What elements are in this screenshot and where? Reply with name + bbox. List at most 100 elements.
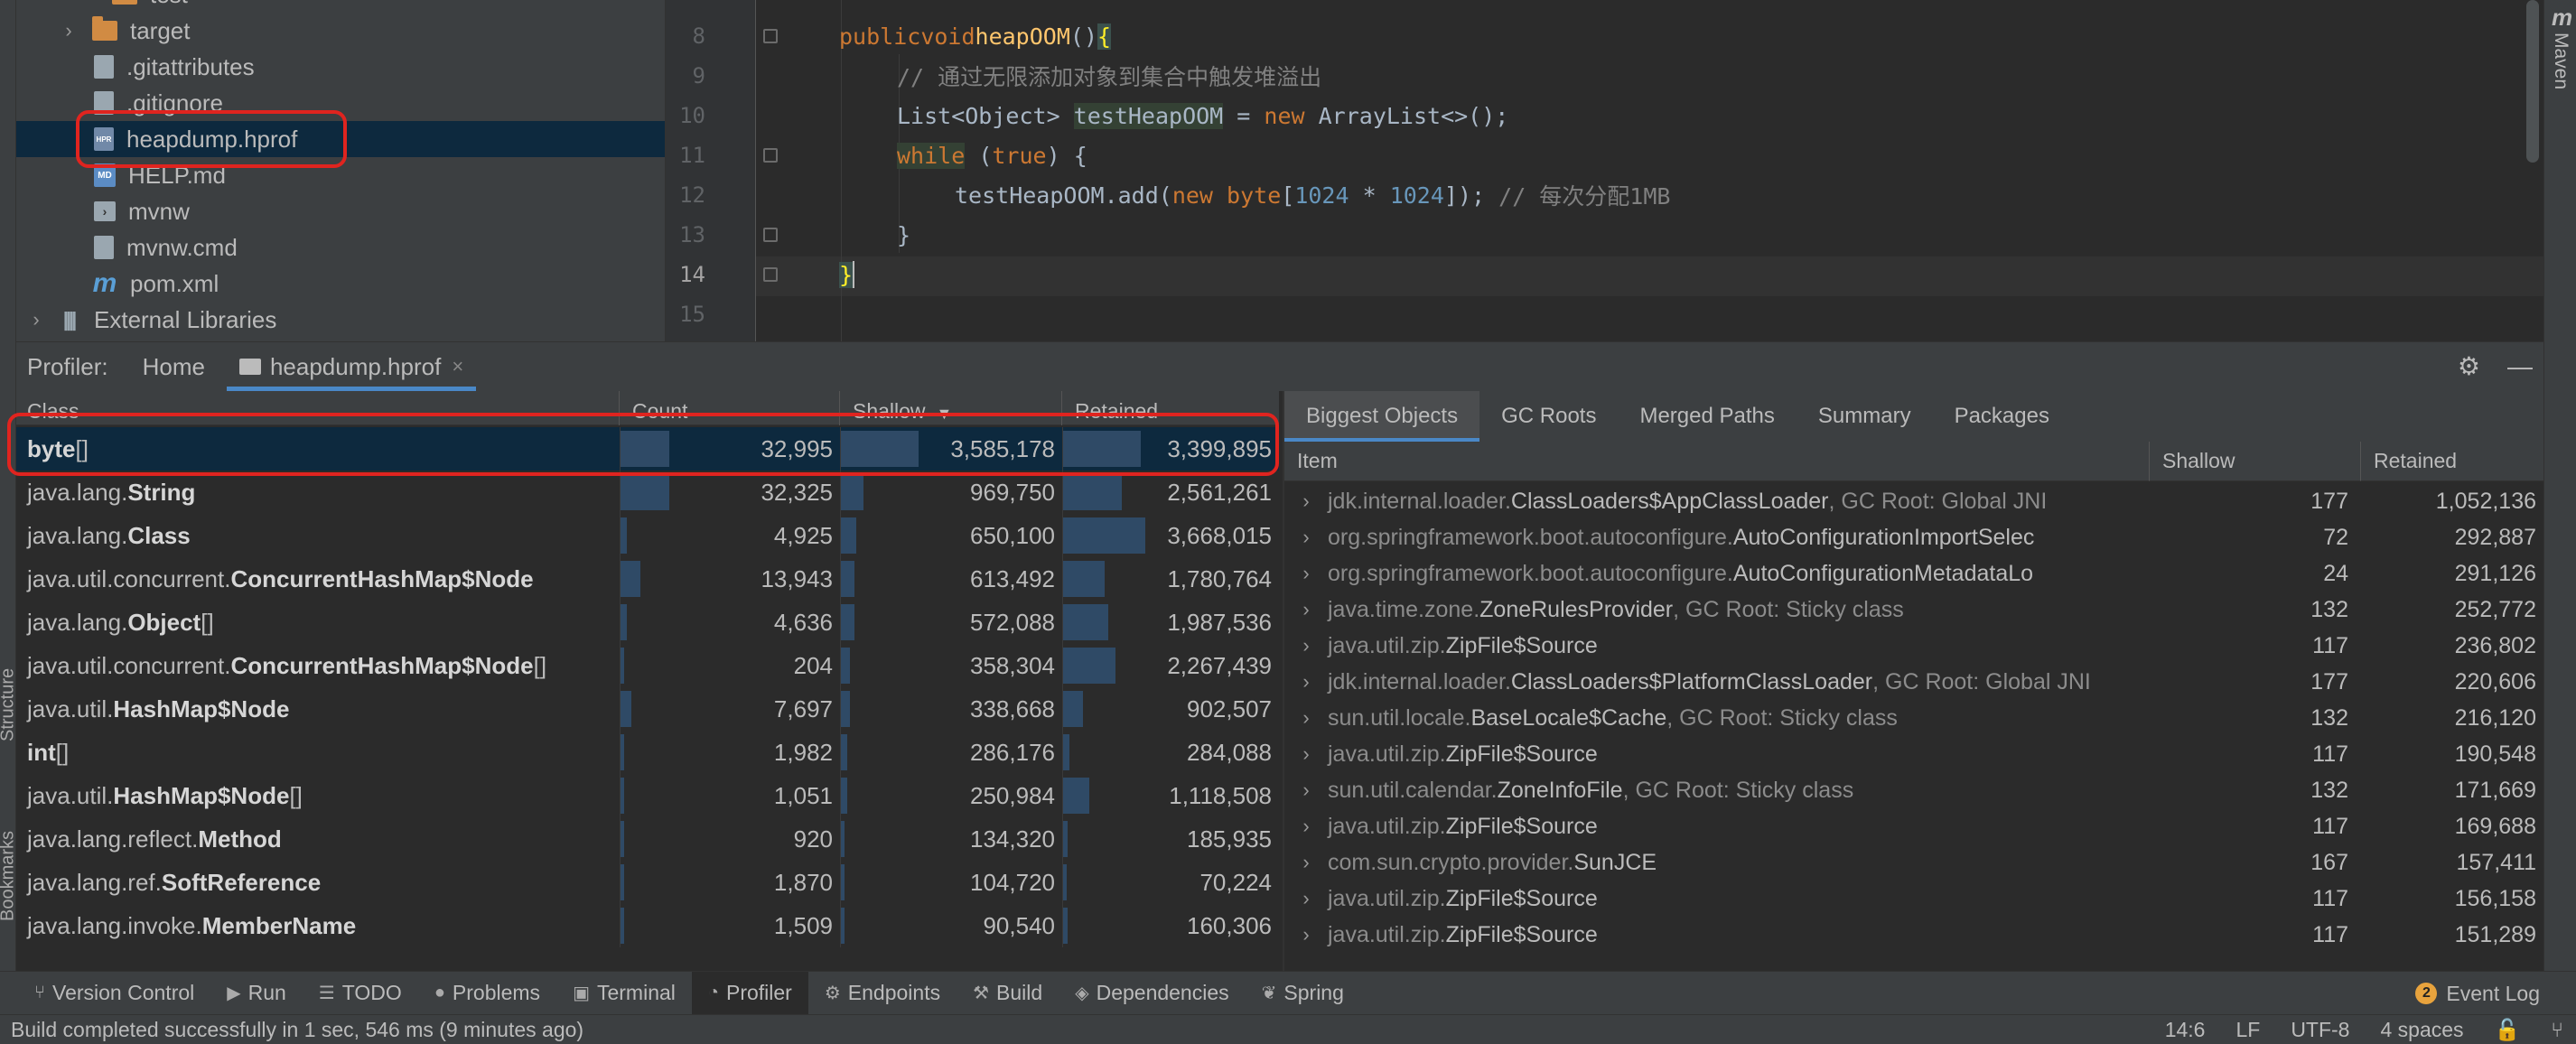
toolbar-dependencies-button[interactable]: ◈ Dependencies <box>1059 972 1245 1015</box>
chevron-right-icon[interactable]: › <box>1297 778 1315 801</box>
toolbar-problems-button[interactable]: ● Problems <box>418 972 556 1015</box>
toolbar-spring-button[interactable]: ❦ Spring <box>1246 972 1360 1015</box>
minimize-icon[interactable]: — <box>2507 352 2533 381</box>
column-count[interactable]: Count <box>620 391 840 425</box>
lock-icon[interactable]: 🔓 <box>2495 1018 2521 1042</box>
code-editor[interactable]: 8 9 10 11 12 13 14 15 public void heapOO… <box>665 0 2543 341</box>
table-row[interactable]: java.util.concurrent. ConcurrentHashMap$N… <box>16 644 1279 687</box>
structure-tab[interactable]: Structure <box>0 650 18 759</box>
list-item[interactable]: › java.util.zip. ZipFile$Source 117 151,289 <box>1284 917 2543 953</box>
retained-bar <box>1063 734 1069 770</box>
table-row[interactable]: java.lang. Object[] 4,636 572,088 1,987,536 <box>16 601 1279 644</box>
toolbar-profiler-button[interactable]: ◔ Profiler <box>691 971 808 1015</box>
toolbar-todo-button[interactable]: ☰ TODO <box>303 972 418 1015</box>
table-row[interactable]: java.lang.ref. SoftReference 1,870 104,720 7… <box>16 861 1279 904</box>
gear-icon[interactable]: ⚙ <box>2458 351 2480 381</box>
tab-home[interactable]: Home <box>130 342 218 391</box>
caret-position[interactable]: 14:6 <box>2165 1018 2206 1042</box>
column-item[interactable]: Item <box>1284 442 2150 481</box>
list-item[interactable]: › java.util.zip. ZipFile$Source 117 169,688 <box>1284 808 2543 844</box>
chevron-right-icon[interactable]: › <box>1297 598 1315 620</box>
count-cell: 7,697 <box>620 687 840 731</box>
git-icon[interactable]: ⑂ <box>2551 1018 2563 1042</box>
tab-packages[interactable]: Packages <box>1933 391 2071 442</box>
line-number: 11 <box>679 143 705 168</box>
table-row[interactable]: java.lang.invoke. MemberName 1,509 90,540 16… <box>16 904 1279 947</box>
column-class[interactable]: Class <box>16 391 620 425</box>
terminal-icon: ▣ <box>573 983 590 1003</box>
chevron-right-icon[interactable]: › <box>1297 815 1315 837</box>
list-item[interactable]: › sun.util.calendar. ZoneInfoFile, GC Root… <box>1284 772 2543 808</box>
column-retained[interactable]: Retained <box>1062 391 1279 425</box>
indent-setting[interactable]: 4 spaces <box>2380 1018 2463 1042</box>
tab-gc-roots[interactable]: GC Roots <box>1479 391 1618 442</box>
toolbar-version-control-button[interactable]: ⑂ Version Control <box>18 972 210 1015</box>
list-item[interactable]: › jdk.internal.loader. ClassLoaders$AppCla… <box>1284 483 2543 519</box>
list-item[interactable]: › org.springframework.boot.autoconfigure.… <box>1284 519 2543 555</box>
chevron-right-icon[interactable]: › <box>1297 526 1315 548</box>
line-separator[interactable]: LF <box>2235 1018 2260 1042</box>
chevron-right-icon[interactable]: › <box>1297 562 1315 584</box>
tab-heapdump[interactable]: heapdump.hprof × <box>226 342 477 391</box>
table-row[interactable]: byte[] 32,995 3,585,178 3,399,895 <box>16 427 1279 471</box>
table-row[interactable]: java.util. HashMap$Node[] 1,051 250,984 1,11… <box>16 774 1279 817</box>
list-item[interactable]: › sun.util.locale. BaseLocale$Cache, GC Ro… <box>1284 700 2543 736</box>
list-item[interactable]: › org.springframework.boot.autoconfigure.… <box>1284 555 2543 592</box>
fold-marker-icon[interactable] <box>763 29 778 43</box>
maven-tab[interactable]: Maven <box>2544 33 2576 89</box>
tree-item-gitattributes[interactable]: .gitattributes <box>16 49 665 85</box>
column-shallow[interactable]: Shallow ▼ <box>840 391 1062 425</box>
count-bar <box>621 778 624 814</box>
tree-item-heapdump[interactable]: HPR heapdump.hprof <box>16 121 665 157</box>
tree-item-test[interactable]: test <box>16 0 665 13</box>
event-log-button[interactable]: 2 Event Log <box>2415 972 2540 1015</box>
table-row[interactable]: java.util.concurrent. ConcurrentHashMap$N… <box>16 557 1279 601</box>
list-item[interactable]: › java.util.zip. ZipFile$Source 117 190,548 <box>1284 736 2543 772</box>
chevron-right-icon[interactable]: › <box>1297 742 1315 765</box>
close-icon[interactable]: × <box>452 355 463 378</box>
list-item[interactable]: › com.sun.crypto.provider. SunJCE 167 157,41… <box>1284 844 2543 881</box>
chevron-right-icon[interactable]: › <box>60 19 78 42</box>
list-item[interactable]: › java.time.zone. ZoneRulesProvider, GC Ro… <box>1284 592 2543 628</box>
editor-scrollbar[interactable] <box>2526 0 2539 163</box>
tree-item-external-libraries[interactable]: › |||| External Libraries <box>16 302 665 338</box>
chevron-right-icon[interactable]: › <box>1297 851 1315 873</box>
tree-item-mvnw-cmd[interactable]: mvnw.cmd <box>16 229 665 266</box>
table-row[interactable]: java.lang. Class 4,925 650,100 3,668,015 <box>16 514 1279 557</box>
tree-item-gitignore[interactable]: .gitignore <box>16 85 665 121</box>
tab-merged-paths[interactable]: Merged Paths <box>1618 391 1796 442</box>
tree-item-help-md[interactable]: MD HELP.md <box>16 157 665 193</box>
tree-item-pom-xml[interactable]: m pom.xml <box>16 266 665 302</box>
table-row[interactable]: java.util. HashMap$Node 7,697 338,668 902,50… <box>16 687 1279 731</box>
chevron-right-icon[interactable]: › <box>1297 887 1315 909</box>
column-retained[interactable]: Retained <box>2361 442 2543 481</box>
toolbar-build-button[interactable]: ⚒ Build <box>957 972 1059 1015</box>
list-item[interactable]: › jdk.internal.loader. ClassLoaders$Platfo… <box>1284 664 2543 700</box>
toolbar-run-button[interactable]: ▶ Run <box>210 972 303 1015</box>
chevron-right-icon[interactable]: › <box>27 308 45 331</box>
tree-item-target[interactable]: › target <box>16 13 665 49</box>
fold-marker-icon[interactable] <box>763 267 778 282</box>
toolbar-endpoints-button[interactable]: ⚙ Endpoints <box>808 972 957 1015</box>
bookmarks-tab[interactable]: Bookmarks <box>0 804 18 948</box>
tab-biggest-objects[interactable]: Biggest Objects <box>1284 391 1480 442</box>
fold-marker-icon[interactable] <box>763 148 778 163</box>
chevron-right-icon[interactable]: › <box>1297 489 1315 512</box>
table-row[interactable]: java.lang.reflect. Method 920 134,320 185,93… <box>16 817 1279 861</box>
shallow-bar <box>841 604 854 640</box>
profiler-icon: ◔ <box>707 983 719 1002</box>
chevron-right-icon[interactable]: › <box>1297 706 1315 729</box>
tab-summary[interactable]: Summary <box>1797 391 1933 442</box>
chevron-right-icon[interactable]: › <box>1297 670 1315 693</box>
chevron-right-icon[interactable]: › <box>1297 923 1315 946</box>
table-row[interactable]: java.lang. String 32,325 969,750 2,561,261 <box>16 471 1279 514</box>
toolbar-terminal-button[interactable]: ▣ Terminal <box>556 972 692 1015</box>
fold-marker-icon[interactable] <box>763 228 778 242</box>
column-shallow[interactable]: Shallow <box>2150 442 2361 481</box>
file-encoding[interactable]: UTF-8 <box>2291 1018 2349 1042</box>
chevron-right-icon[interactable]: › <box>1297 634 1315 657</box>
table-row[interactable]: int[] 1,982 286,176 284,088 <box>16 731 1279 774</box>
list-item[interactable]: › java.util.zip. ZipFile$Source 117 236,802 <box>1284 628 2543 664</box>
tree-item-mvnw[interactable]: › mvnw <box>16 193 665 229</box>
list-item[interactable]: › java.util.zip. ZipFile$Source 117 156,158 <box>1284 881 2543 917</box>
